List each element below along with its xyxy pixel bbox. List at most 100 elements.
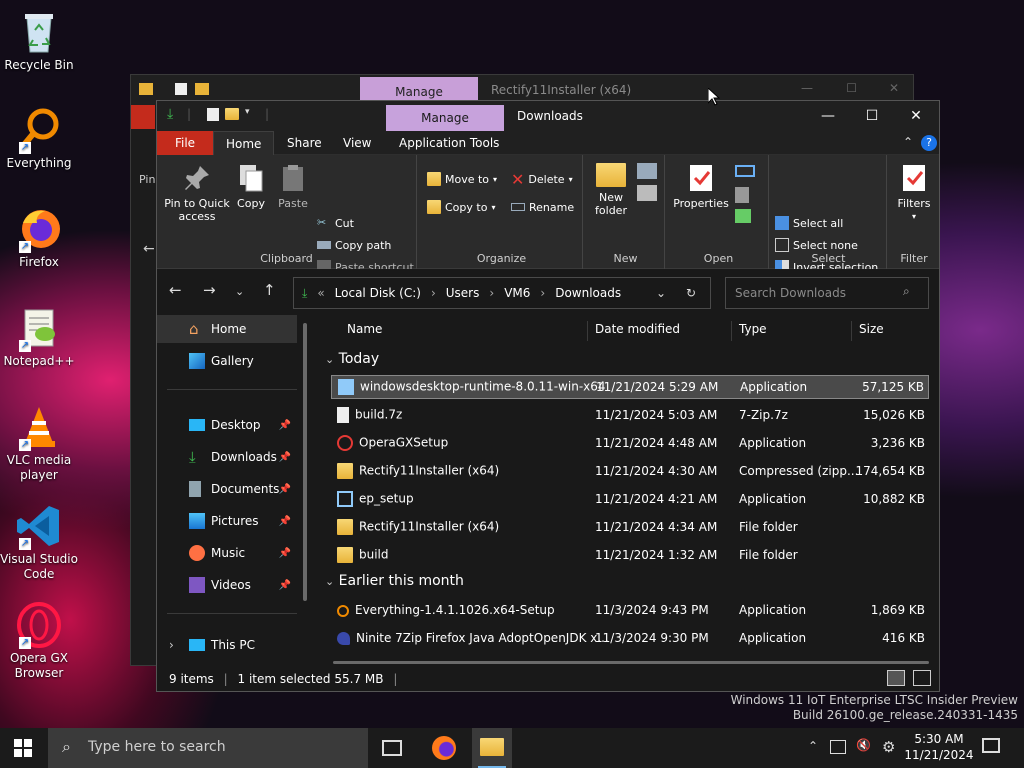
address-history-chevron-icon[interactable]: ⌄ bbox=[656, 286, 666, 300]
minimize-button[interactable]: — bbox=[805, 101, 851, 131]
table-row[interactable]: build.7z 11/21/2024 5:03 AM 7-Zip.7z 15,… bbox=[331, 403, 929, 427]
address-bar[interactable]: ⤓ « Local Disk (C:) › Users › VM6 › Down… bbox=[293, 277, 711, 309]
volume-muted-icon[interactable]: 🔇 bbox=[856, 738, 871, 752]
tab-application-tools[interactable]: Application Tools bbox=[387, 131, 511, 155]
column-header-date[interactable]: Date modified bbox=[595, 315, 680, 343]
network-icon[interactable] bbox=[830, 740, 846, 754]
pin-icon[interactable]: 📌 bbox=[279, 452, 291, 463]
tab-view[interactable]: View bbox=[331, 131, 383, 155]
new-folder-button[interactable]: New folder bbox=[591, 163, 631, 217]
select-all-button[interactable]: Select all bbox=[775, 213, 843, 233]
nav-item-gallery[interactable]: Gallery bbox=[157, 347, 297, 375]
large-icons-view-icon[interactable] bbox=[913, 670, 931, 686]
background-file-tab[interactable] bbox=[131, 105, 155, 129]
easy-access-icon[interactable] bbox=[637, 185, 657, 201]
close-button[interactable]: ✕ bbox=[889, 81, 899, 95]
properties-button[interactable]: Properties bbox=[673, 163, 729, 210]
pin-to-quick-access-button[interactable]: Pin to Quick access bbox=[161, 163, 233, 223]
taskbar-search-box[interactable]: ⌕ Type here to search bbox=[48, 728, 368, 768]
tab-home[interactable]: Home bbox=[213, 131, 275, 155]
tab-share[interactable]: Share bbox=[275, 131, 334, 155]
file-explorer-taskbar-button[interactable] bbox=[472, 728, 512, 768]
table-row[interactable]: Rectify11Installer (x64) 11/21/2024 4:30… bbox=[331, 459, 929, 483]
maximize-button[interactable]: ☐ bbox=[846, 81, 857, 95]
desktop-icon-vlc[interactable]: ↗ VLC media player bbox=[0, 403, 78, 483]
back-icon[interactable]: ← bbox=[143, 241, 155, 257]
recent-locations-chevron-icon[interactable]: ⌄ bbox=[235, 285, 244, 298]
rename-button[interactable]: Rename bbox=[511, 197, 574, 217]
show-hidden-icons-chevron-icon[interactable]: ⌃ bbox=[808, 739, 818, 753]
up-arrow-icon[interactable]: ↑ bbox=[263, 281, 276, 299]
cut-button[interactable]: ✂ Cut bbox=[317, 213, 354, 233]
pin-icon[interactable]: 📌 bbox=[279, 580, 291, 591]
maximize-button[interactable]: ☐ bbox=[849, 101, 895, 131]
breadcrumb-users[interactable]: Users bbox=[446, 286, 480, 300]
edit-icon[interactable] bbox=[735, 187, 749, 203]
pin-icon[interactable]: 📌 bbox=[279, 484, 291, 495]
table-row[interactable]: Ninite 7Zip Firefox Java AdoptOpenJDK x.… bbox=[331, 626, 929, 650]
download-icon[interactable]: ⤓ bbox=[167, 107, 181, 121]
tab-file[interactable]: File bbox=[157, 131, 213, 155]
new-item-icon[interactable] bbox=[637, 163, 657, 179]
desktop-icon-vscode[interactable]: ↗ Visual Studio Code bbox=[0, 502, 78, 582]
help-icon[interactable]: ? bbox=[921, 135, 937, 151]
task-view-icon[interactable] bbox=[382, 740, 402, 756]
notifications-icon[interactable] bbox=[982, 738, 1000, 753]
manage-tab[interactable]: Manage bbox=[386, 105, 504, 131]
move-to-button[interactable]: Move to ▾ bbox=[427, 169, 497, 189]
column-header-name[interactable]: Name bbox=[347, 315, 382, 343]
copy-to-button[interactable]: Copy to ▾ bbox=[427, 197, 495, 217]
nav-item-documents[interactable]: Documents 📌 bbox=[157, 475, 297, 503]
chevron-down-icon[interactable]: ▾ bbox=[245, 107, 259, 121]
table-row[interactable]: OperaGXSetup 11/21/2024 4:48 AM Applicat… bbox=[331, 431, 929, 455]
filters-button[interactable]: Filters ▾ bbox=[889, 163, 939, 223]
nav-item-videos[interactable]: Videos 📌 bbox=[157, 571, 297, 599]
collapse-ribbon-icon[interactable]: ⌃ bbox=[903, 135, 913, 149]
explorer-window[interactable]: ⤓ | ▾ | Manage Downloads — ☐ ✕ File Home… bbox=[156, 100, 940, 692]
forward-arrow-icon[interactable]: → bbox=[203, 281, 216, 299]
copy-button[interactable]: Copy bbox=[231, 163, 271, 210]
details-view-icon[interactable] bbox=[887, 670, 905, 686]
start-button[interactable] bbox=[14, 739, 32, 760]
delete-button[interactable]: ✕ Delete ▾ bbox=[511, 169, 573, 189]
nav-item-music[interactable]: Music 📌 bbox=[157, 539, 297, 567]
titlebar[interactable]: ⤓ | ▾ | Manage Downloads — ☐ ✕ bbox=[157, 101, 939, 131]
paste-button[interactable]: Paste bbox=[273, 163, 313, 210]
table-row[interactable]: build 11/21/2024 1:32 AM File folder bbox=[331, 543, 929, 567]
clock[interactable]: 5:30 AM 11/21/2024 bbox=[904, 731, 974, 763]
breadcrumb-vm6[interactable]: VM6 bbox=[504, 286, 530, 300]
firefox-taskbar-icon[interactable] bbox=[432, 736, 456, 760]
open-icon[interactable] bbox=[735, 165, 755, 177]
table-row[interactable]: ep_setup 11/21/2024 4:21 AM Application … bbox=[331, 487, 929, 511]
pin-icon[interactable]: 📌 bbox=[279, 516, 291, 527]
pin-icon[interactable]: 📌 bbox=[279, 420, 291, 431]
desktop-icon-recycle-bin[interactable]: Recycle Bin bbox=[0, 8, 78, 73]
desktop-icon-notepadpp[interactable]: ↗ Notepad++ bbox=[0, 304, 78, 369]
settings-gear-icon[interactable]: ⚙ bbox=[882, 738, 895, 756]
nav-item-home[interactable]: ⌂ Home bbox=[157, 315, 297, 343]
desktop-icon-everything[interactable]: ↗ Everything bbox=[0, 106, 78, 171]
column-header-type[interactable]: Type bbox=[739, 315, 767, 343]
desktop-icon-firefox[interactable]: ↗ Firefox bbox=[0, 205, 78, 270]
pin-icon[interactable]: 📌 bbox=[279, 548, 291, 559]
table-row[interactable]: Rectify11Installer (x64) 11/21/2024 4:34… bbox=[331, 515, 929, 539]
nav-scrollbar[interactable] bbox=[303, 323, 307, 601]
breadcrumb-downloads[interactable]: Downloads bbox=[555, 286, 621, 300]
nav-item-downloads[interactable]: ⤓ Downloads 📌 bbox=[157, 443, 297, 471]
properties-icon[interactable] bbox=[207, 107, 219, 121]
expand-chevron-icon[interactable]: › bbox=[169, 638, 174, 652]
refresh-icon[interactable]: ↻ bbox=[686, 286, 696, 300]
nav-item-pictures[interactable]: Pictures 📌 bbox=[157, 507, 297, 535]
group-header-today[interactable]: ⌄ Today bbox=[325, 351, 379, 367]
desktop-icon-opera-gx[interactable]: ↗ Opera GX Browser bbox=[0, 601, 78, 681]
history-icon[interactable] bbox=[735, 209, 751, 223]
horizontal-scrollbar[interactable] bbox=[333, 661, 929, 664]
table-row[interactable]: windowsdesktop-runtime-8.0.11-win-x64 11… bbox=[331, 375, 929, 399]
table-row[interactable]: Everything-1.4.1.1026.x64-Setup 11/3/202… bbox=[331, 598, 929, 622]
nav-item-this-pc[interactable]: › This PC bbox=[157, 631, 297, 659]
nav-item-desktop[interactable]: Desktop 📌 bbox=[157, 411, 297, 439]
close-button[interactable]: ✕ bbox=[893, 101, 939, 131]
back-arrow-icon[interactable]: ← bbox=[169, 281, 182, 299]
search-input[interactable]: Search Downloads bbox=[725, 277, 929, 309]
breadcrumb-local-disk[interactable]: Local Disk (C:) bbox=[335, 286, 421, 300]
